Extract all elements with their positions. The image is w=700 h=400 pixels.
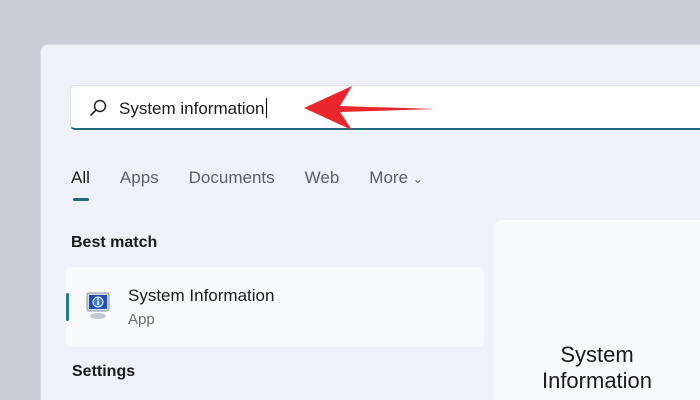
result-title: System Information — [128, 286, 275, 305]
red-arrow-annotation — [304, 86, 436, 130]
chevron-down-icon: ⌄ — [412, 172, 423, 186]
tab-apps[interactable]: Apps — [120, 168, 159, 188]
system-information-icon — [84, 291, 112, 326]
selection-indicator — [66, 293, 69, 321]
search-query: System information — [119, 99, 265, 118]
text-caret — [265, 98, 267, 118]
tab-web[interactable]: Web — [305, 168, 340, 188]
tab-documents[interactable]: Documents — [189, 168, 275, 188]
tab-all[interactable]: All — [71, 168, 90, 201]
tab-more-label: More — [369, 168, 409, 187]
preview-pane: System Information — [494, 220, 700, 400]
result-subtitle: App — [128, 311, 155, 328]
tab-more[interactable]: More ⌄ — [369, 168, 423, 188]
best-match-result[interactable]: System Information App — [66, 267, 484, 347]
settings-heading: Settings — [72, 363, 136, 380]
filter-tabs: All Apps Documents Web More ⌄ — [71, 168, 453, 201]
preview-title: System Information — [541, 342, 653, 393]
search-icon — [89, 99, 107, 122]
best-match-heading: Best match — [71, 234, 158, 251]
